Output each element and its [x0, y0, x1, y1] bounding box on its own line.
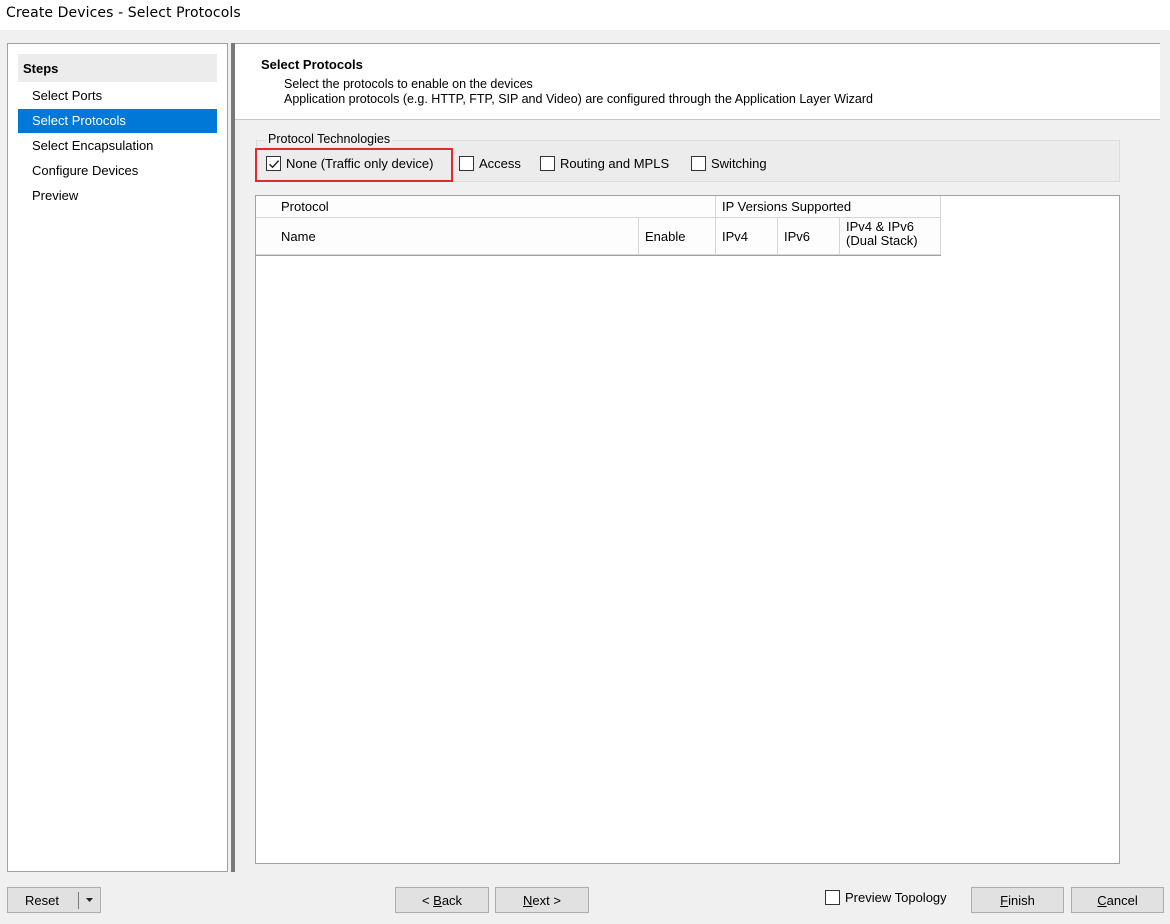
finish-button[interactable]: Finish	[971, 887, 1064, 913]
back-rest: ack	[441, 892, 463, 908]
dual-stack-line-1: IPv4 & IPv6	[846, 219, 914, 234]
column-group-protocol: Protocol	[256, 196, 716, 218]
protocol-technologies-label: Protocol Technologies	[266, 132, 393, 146]
finish-hotkey: F	[1000, 892, 1009, 908]
split-divider	[78, 892, 79, 909]
reset-split-button[interactable]: Reset	[7, 887, 101, 913]
step-select-ports[interactable]: Select Ports	[18, 84, 217, 108]
checkbox-label: Routing and MPLS	[560, 156, 670, 171]
annotation-highlight-box	[255, 148, 453, 182]
step-select-encapsulation[interactable]: Select Encapsulation	[18, 134, 217, 158]
next-hotkey: N	[523, 892, 533, 908]
page-title: Select Protocols	[261, 57, 363, 72]
checkbox-box[interactable]	[825, 890, 840, 905]
column-header-name[interactable]: Name	[256, 218, 639, 255]
cancel-rest: ancel	[1106, 892, 1138, 908]
finish-rest: inish	[1008, 892, 1035, 908]
reset-button-label: Reset	[25, 892, 59, 908]
checkbox-label: Switching	[711, 156, 767, 171]
checkbox-access[interactable]: Access	[459, 156, 521, 171]
back-prefix: <	[421, 892, 434, 908]
column-header-ipv4[interactable]: IPv4	[716, 218, 778, 255]
step-select-protocols[interactable]: Select Protocols	[18, 109, 217, 133]
steps-panel: Steps Select Ports Select Protocols Sele…	[7, 43, 228, 872]
main-panel: Select Protocols Select the protocols to…	[235, 43, 1160, 872]
column-header-dual-stack[interactable]: IPv4 & IPv6 (Dual Stack)	[840, 218, 941, 255]
next-rest: ext >	[532, 892, 561, 908]
protocol-table[interactable]: Protocol IP Versions Supported Name Enab…	[255, 195, 1120, 864]
column-header-ipv6[interactable]: IPv6	[778, 218, 840, 255]
page-description-note: Application protocols (e.g. HTTP, FTP, S…	[284, 92, 873, 106]
preview-topology-label: Preview Topology	[845, 890, 947, 905]
checkbox-box[interactable]	[459, 156, 474, 171]
checkbox-label: Access	[479, 156, 521, 171]
window-title: Create Devices - Select Protocols	[6, 5, 241, 21]
next-button[interactable]: Next >	[495, 887, 589, 913]
checkbox-box[interactable]	[691, 156, 706, 171]
page-description: Select the protocols to enable on the de…	[284, 77, 533, 91]
cancel-hotkey: C	[1097, 892, 1107, 908]
preview-topology-checkbox[interactable]: Preview Topology	[825, 890, 947, 905]
checkbox-routing-mpls[interactable]: Routing and MPLS	[540, 156, 669, 171]
checkbox-box[interactable]	[540, 156, 555, 171]
checkbox-switching[interactable]: Switching	[691, 156, 767, 171]
column-header-enable[interactable]: Enable	[639, 218, 716, 255]
dual-stack-line-2: (Dual Stack)	[846, 233, 918, 248]
cancel-button[interactable]: Cancel	[1071, 887, 1164, 913]
title-bar: Create Devices - Select Protocols	[0, 0, 1170, 30]
back-button[interactable]: < Back	[395, 887, 489, 913]
column-group-ip-versions: IP Versions Supported	[716, 196, 941, 218]
page-header: Select Protocols Select the protocols to…	[235, 44, 1160, 120]
back-hotkey: B	[433, 892, 442, 908]
chevron-down-icon[interactable]	[86, 898, 93, 903]
step-preview[interactable]: Preview	[18, 184, 217, 208]
header-divider	[256, 255, 941, 256]
step-configure-devices[interactable]: Configure Devices	[18, 159, 217, 183]
steps-header: Steps	[18, 54, 217, 82]
